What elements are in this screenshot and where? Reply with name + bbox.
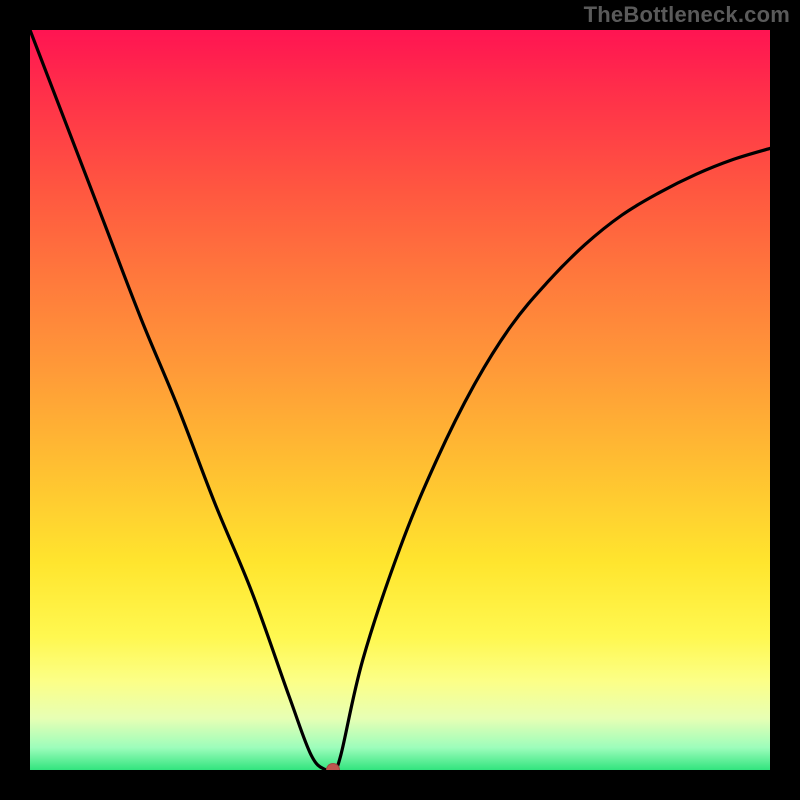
curve-svg [30, 30, 770, 770]
bottleneck-curve [30, 30, 770, 770]
watermark-text: TheBottleneck.com [584, 2, 790, 28]
chart-frame: TheBottleneck.com [0, 0, 800, 800]
plot-area [30, 30, 770, 770]
optimum-marker [326, 763, 340, 770]
